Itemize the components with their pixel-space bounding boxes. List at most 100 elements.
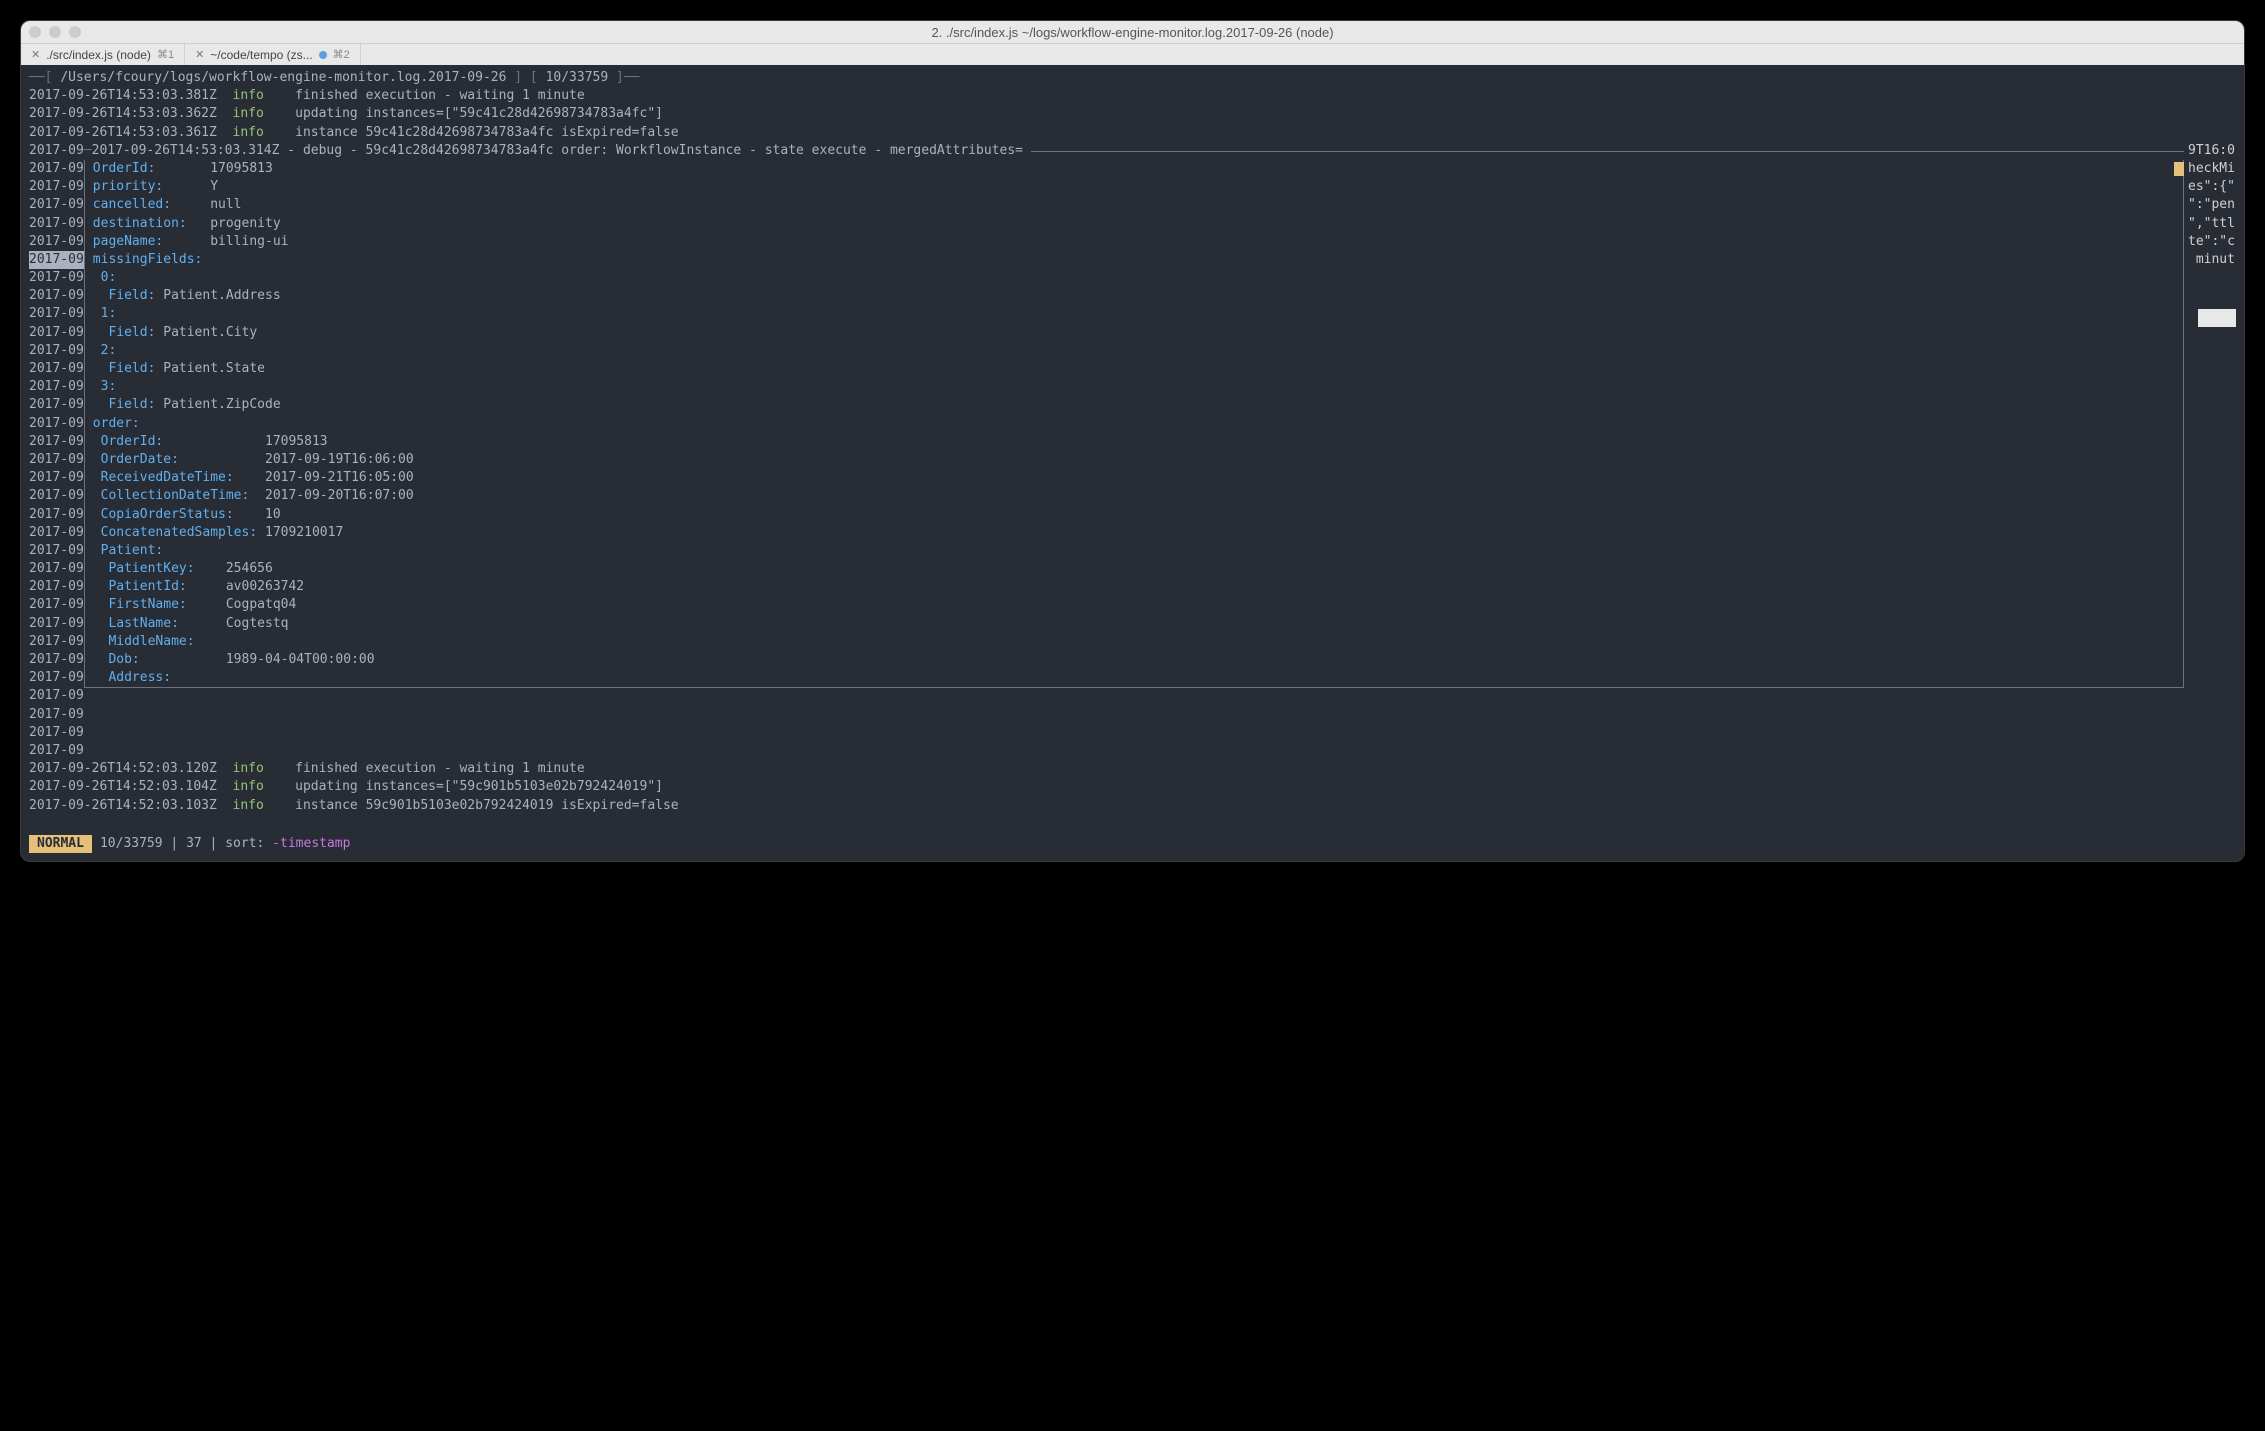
top-log-lines: 2017-09-26T14:53:03.381Z info finished e… xyxy=(29,87,2236,142)
detail-row: LastName: Cogtestq xyxy=(93,615,2175,633)
gutter-timestamp: 2017-09 xyxy=(29,687,84,705)
detail-row: Field: Patient.ZipCode xyxy=(93,396,2175,414)
gutter-timestamp: 2017-09 xyxy=(29,415,84,433)
statusbar: NORMAL 10/33759 | 37 | sort: -timestamp xyxy=(29,835,2236,853)
detail-row: Patient: xyxy=(93,542,2175,560)
gutter-timestamp: 2017-09 xyxy=(29,578,84,596)
gutter-timestamp: 2017-09 xyxy=(29,305,84,323)
gutter-timestamp: 2017-09 xyxy=(29,233,84,251)
gutter-timestamp: 2017-09 xyxy=(29,269,84,287)
detail-row: 3: xyxy=(93,378,2175,396)
detail-panel: 2017-09-26T14:53:03.314Z - debug - 59c41… xyxy=(84,142,2184,760)
gutter-timestamp: 2017-09 xyxy=(29,215,84,233)
gutter-timestamp: 2017-09 xyxy=(29,524,84,542)
detail-row: pageName: billing-ui xyxy=(93,233,2175,251)
gutter-timestamp: 2017-09 xyxy=(29,178,84,196)
tab-label: ~/code/tempo (zs... xyxy=(210,48,312,62)
vim-mode: NORMAL xyxy=(29,835,92,853)
gutter-timestamp: 2017-09 xyxy=(29,651,84,669)
gutter-timestamp: 2017-09 xyxy=(29,724,84,742)
dirty-dot-icon xyxy=(319,51,327,59)
peek-fragment: ","ttl xyxy=(2188,215,2236,233)
close-icon[interactable]: ✕ xyxy=(31,48,40,61)
gutter-timestamp: 2017-09 xyxy=(29,469,84,487)
box-bottom-border xyxy=(84,687,2184,688)
tab-code-tempo[interactable]: ✕ ~/code/tempo (zs... ⌘2 xyxy=(185,44,361,65)
gutter: 2017-092017-092017-092017-092017-092017-… xyxy=(29,142,84,760)
detail-row: order: xyxy=(93,415,2175,433)
detail-row: PatientKey: 254656 xyxy=(93,560,2175,578)
detail-row: Field: Patient.City xyxy=(93,324,2175,342)
detail-row: OrderId: 17095813 xyxy=(93,433,2175,451)
detail-row: OrderDate: 2017-09-19T16:06:00 xyxy=(93,451,2175,469)
detail-row: destination: progenity xyxy=(93,215,2175,233)
detail-row: CopiaOrderStatus: 10 xyxy=(93,506,2175,524)
detail-row: Field: Patient.Address xyxy=(93,287,2175,305)
peek-fragment: minut xyxy=(2188,251,2236,269)
detail-row: Field: Patient.State xyxy=(93,360,2175,378)
detail-row: ReceivedDateTime: 2017-09-21T16:05:00 xyxy=(93,469,2175,487)
detail-row: CollectionDateTime: 2017-09-20T16:07:00 xyxy=(93,487,2175,505)
gutter-timestamp: 2017-09 xyxy=(29,487,84,505)
box-body[interactable]: OrderId: 17095813priority: Ycancelled: n… xyxy=(84,160,2184,687)
gutter-timestamp: 2017-09 xyxy=(29,669,84,687)
detail-row: 1: xyxy=(93,305,2175,323)
peek-fragment: te":"c xyxy=(2188,233,2236,251)
tabbar: ✕ ./src/index.js (node) ⌘1 ✕ ~/code/temp… xyxy=(21,43,2244,65)
gutter-timestamp: 2017-09 xyxy=(29,324,84,342)
detail-row: 2: xyxy=(93,342,2175,360)
gutter-timestamp: 2017-09 xyxy=(29,706,84,724)
detail-row: priority: Y xyxy=(93,178,2175,196)
minimap-viewport[interactable] xyxy=(2198,309,2236,327)
right-peek-column: 9T16:0heckMies":{"":"pen","ttlte":"c min… xyxy=(2184,142,2236,760)
gutter-timestamp: 2017-09 xyxy=(29,196,84,214)
gutter-timestamp: 2017-09 xyxy=(29,378,84,396)
gutter-timestamp: 2017-09 xyxy=(29,342,84,360)
bottom-log-lines: 2017-09-26T14:52:03.120Z info finished e… xyxy=(29,760,2236,815)
log-line: 2017-09-26T14:52:03.120Z info finished e… xyxy=(29,760,2236,778)
gutter-timestamp: 2017-09 xyxy=(29,742,84,760)
gutter-timestamp: 2017-09 xyxy=(29,360,84,378)
gutter-timestamp: 2017-09 xyxy=(29,596,84,614)
log-line: 2017-09-26T14:52:03.103Z info instance 5… xyxy=(29,797,2236,815)
peek-fragment: es":{" xyxy=(2188,178,2236,196)
detail-row: OrderId: 17095813 xyxy=(93,160,2175,178)
gutter-timestamp: 2017-09 xyxy=(29,287,84,305)
tab-shortcut: ⌘1 xyxy=(157,48,174,61)
tab-shortcut: ⌘2 xyxy=(333,48,350,61)
detail-row: ConcatenatedSamples: 1709210017 xyxy=(93,524,2175,542)
log-line: 2017-09-26T14:53:03.381Z info finished e… xyxy=(29,87,2236,105)
gutter-timestamp: 2017-09 xyxy=(29,506,84,524)
gutter-timestamp: 2017-09 xyxy=(29,542,84,560)
close-icon[interactable]: ✕ xyxy=(195,48,204,61)
terminal-content[interactable]: ──[ /Users/fcoury/logs/workflow-engine-m… xyxy=(21,65,2244,861)
scrollbar-thumb[interactable] xyxy=(2174,162,2184,176)
gutter-timestamp: 2017-09 xyxy=(29,615,84,633)
tab-src-index[interactable]: ✕ ./src/index.js (node) ⌘1 xyxy=(21,44,185,65)
gutter-timestamp: 2017-09 xyxy=(29,560,84,578)
log-line: 2017-09-26T14:53:03.362Z info updating i… xyxy=(29,105,2236,123)
status-info: 10/33759 | 37 | sort: -timestamp xyxy=(92,835,359,853)
log-line: 2017-09-26T14:53:03.361Z info instance 5… xyxy=(29,124,2236,142)
detail-row: FirstName: Cogpatq04 xyxy=(93,596,2175,614)
peek-fragment: heckMi xyxy=(2188,160,2236,178)
tab-label: ./src/index.js (node) xyxy=(46,48,151,62)
gutter-timestamp: 2017-09 xyxy=(29,396,84,414)
detail-row: PatientId: av00263742 xyxy=(93,578,2175,596)
gutter-timestamp: 2017-09 xyxy=(29,160,84,178)
window-title: 2. ./src/index.js ~/logs/workflow-engine… xyxy=(21,25,2244,40)
log-line: 2017-09-26T14:52:03.104Z info updating i… xyxy=(29,778,2236,796)
detail-row: missingFields: xyxy=(93,251,2175,269)
gutter-timestamp: 2017-09 xyxy=(29,142,84,160)
peek-fragment: 9T16:0 xyxy=(2188,142,2236,160)
gutter-timestamp: 2017-09 xyxy=(29,433,84,451)
gutter-timestamp: 2017-09 xyxy=(29,451,84,469)
detail-row: MiddleName: xyxy=(93,633,2175,651)
detail-row: Address: xyxy=(93,669,2175,687)
titlebar[interactable]: 2. ./src/index.js ~/logs/workflow-engine… xyxy=(21,21,2244,43)
box-header-line: 2017-09-26T14:53:03.314Z - debug - 59c41… xyxy=(84,142,2184,160)
peek-fragment: ":"pen xyxy=(2188,196,2236,214)
detail-row: 0: xyxy=(93,269,2175,287)
terminal-window: 2. ./src/index.js ~/logs/workflow-engine… xyxy=(20,20,2245,862)
detail-row: cancelled: null xyxy=(93,196,2175,214)
